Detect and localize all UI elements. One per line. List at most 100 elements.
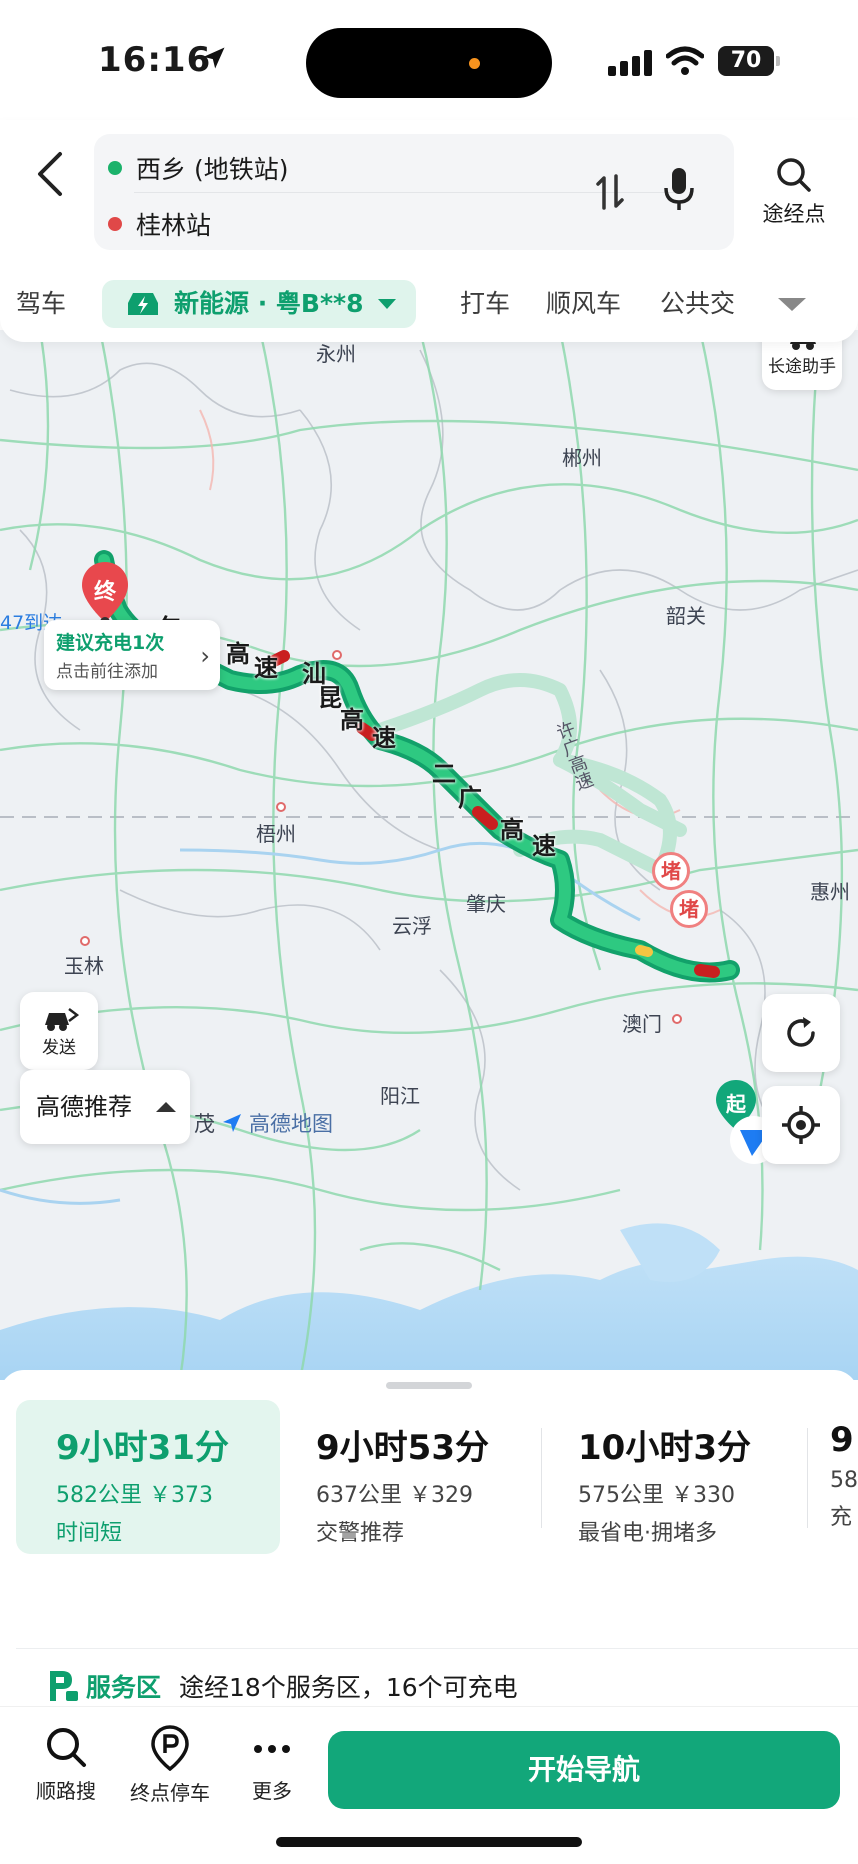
refresh-button[interactable] xyxy=(762,994,840,1072)
city-yangjiang: 阳江 xyxy=(380,1084,420,1108)
road-label: 广 xyxy=(458,784,482,812)
road-label: 高 xyxy=(340,706,364,734)
charge-suggestion[interactable]: 建议充电1次 点击前往添加 › xyxy=(44,620,220,690)
route-meta: 58 xyxy=(830,1468,858,1493)
battery-indicator: 70 xyxy=(718,46,780,76)
waypoint-button[interactable]: 途经点 xyxy=(752,156,836,228)
end-parking-label: 终点停车 xyxy=(130,1781,210,1805)
service-area-title: 服务区 xyxy=(86,1673,162,1702)
route-meta: 637公里 ￥329 xyxy=(316,1483,473,1508)
waypoint-label: 途经点 xyxy=(762,202,826,226)
parking-pin-icon xyxy=(151,1725,189,1771)
route-duration: 9小时53分 xyxy=(316,1428,489,1468)
sheet-divider xyxy=(16,1648,858,1649)
road-label: 高 xyxy=(500,816,524,844)
route-option-2[interactable]: 9小时53分 637公里 ￥329 交警推荐 xyxy=(280,1400,542,1554)
recommend-dropdown[interactable]: 高德推荐 xyxy=(20,1070,190,1144)
route-option-3[interactable]: 10小时3分 575公里 ￥330 最省电·拥堵多 xyxy=(542,1400,808,1554)
city-zhaoqing: 肇庆 xyxy=(466,892,506,916)
cellular-signal-icon xyxy=(608,50,652,76)
route-header: 西乡 (地铁站) 桂林站 途经点 驾车 新能源 · 粤B**8 打车 顺风车 公… xyxy=(0,120,858,342)
service-area-text: 途经18个服务区，16个可充电 xyxy=(179,1673,518,1702)
microphone-icon[interactable] xyxy=(662,166,696,214)
charge-tip-title: 建议充电1次 xyxy=(56,632,165,654)
city-yunfu: 云浮 xyxy=(392,914,432,938)
location-arrow-icon xyxy=(203,47,225,69)
swap-icon[interactable] xyxy=(594,172,626,212)
traffic-jam-badge[interactable]: 堵 xyxy=(652,852,690,890)
logo-prefix: 茂 xyxy=(194,1112,215,1136)
city-marker xyxy=(672,1014,682,1024)
traffic-jam-badge[interactable]: 堵 xyxy=(670,890,708,928)
route-option-4[interactable]: 9 58 充 xyxy=(808,1400,858,1554)
city-chenzhou: 郴州 xyxy=(562,446,602,470)
city-marker xyxy=(276,802,286,812)
start-navigation-button[interactable]: 开始导航 xyxy=(328,1731,840,1809)
tab-taxi[interactable]: 打车 xyxy=(460,280,510,328)
transport-mode-tabs: 驾车 新能源 · 粤B**8 打车 顺风车 公共交 xyxy=(0,272,858,328)
sheet-grabber[interactable] xyxy=(386,1382,472,1389)
city-marker xyxy=(332,650,342,660)
road-label: 昆 xyxy=(318,684,342,712)
city-yongzhou: 永州 xyxy=(316,342,356,366)
end-dot-icon xyxy=(108,217,122,231)
route-option-1[interactable]: 9小时31分 582公里 ￥373 时间短 xyxy=(16,1400,280,1554)
city-shaoguan: 韶关 xyxy=(666,604,706,628)
more-dots-icon xyxy=(254,1745,290,1753)
tab-public-transit[interactable]: 公共交 xyxy=(660,280,735,328)
road-label: 速 xyxy=(372,724,396,752)
road-label: 速 xyxy=(254,654,278,682)
more-modes-icon[interactable] xyxy=(778,298,806,311)
amap-logo-icon xyxy=(223,1114,241,1132)
tab-new-energy[interactable]: 新能源 · 粤B**8 xyxy=(102,280,416,328)
logo-text: 高德地图 xyxy=(249,1112,333,1136)
status-time: 16:16 xyxy=(98,40,212,80)
charge-tip-subtitle: 点击前往添加 xyxy=(56,662,158,682)
tab-drive[interactable]: 驾车 xyxy=(16,280,66,328)
send-to-car-button[interactable]: 发送 xyxy=(20,992,98,1070)
search-along-label: 顺路搜 xyxy=(36,1779,96,1803)
tab-new-energy-label: 新能源 · 粤B**8 xyxy=(174,289,364,318)
parking-charge-icon xyxy=(50,1671,78,1701)
chevron-right-icon: › xyxy=(200,642,210,670)
city-marker xyxy=(80,936,90,946)
route-meta: 582公里 ￥373 xyxy=(56,1483,213,1508)
road-label: 高 xyxy=(226,640,250,668)
bottom-action-bar: 顺路搜 终点停车 更多 开始导航 xyxy=(0,1706,858,1864)
map-base xyxy=(0,330,858,1380)
search-icon xyxy=(777,158,811,192)
locate-me-button[interactable] xyxy=(762,1086,840,1164)
route-options: 9小时31分 582公里 ￥373 时间短 9小时53分 637公里 ￥329 … xyxy=(16,1400,858,1554)
send-label: 发送 xyxy=(42,1037,76,1058)
city-wuzhou: 梧州 xyxy=(256,822,296,846)
search-along-button[interactable]: 顺路搜 xyxy=(16,1725,116,1804)
dynamic-island xyxy=(306,28,552,98)
tab-carpool[interactable]: 顺风车 xyxy=(546,280,621,328)
recommend-label: 高德推荐 xyxy=(36,1093,132,1121)
road-label: 二 xyxy=(432,760,456,788)
route-tag: 时间短 xyxy=(56,1521,123,1546)
route-tag: 充 xyxy=(830,1505,853,1530)
map-view[interactable]: 永州 郴州 韶关 梧州 肇庆 云浮 玉林 阳江 澳门 惠州 包 茂 高 速 汕 … xyxy=(0,330,858,1380)
chevron-up-icon xyxy=(156,1102,176,1112)
amap-logo: 茂 高德地图 xyxy=(194,1108,333,1138)
road-label: 速 xyxy=(532,832,556,860)
more-button[interactable]: 更多 xyxy=(222,1725,322,1804)
city-yulin: 玉林 xyxy=(64,954,104,978)
start-location-field[interactable]: 西乡 (地铁站) xyxy=(108,150,288,186)
start-dot-icon xyxy=(108,161,122,175)
service-area-row[interactable]: 服务区 途经18个服务区，16个可充电 xyxy=(46,1668,518,1704)
route-divider xyxy=(134,192,674,193)
route-duration: 9小时31分 xyxy=(56,1428,229,1468)
end-parking-button[interactable]: 终点停车 xyxy=(120,1725,220,1806)
crosshair-icon xyxy=(782,1106,820,1144)
route-meta: 575公里 ￥330 xyxy=(578,1483,735,1508)
city-huizhou: 惠州 xyxy=(810,880,850,904)
route-tag: 最省电·拥堵多 xyxy=(578,1521,717,1546)
route-duration: 9 xyxy=(830,1420,854,1460)
ev-charging-icon xyxy=(128,293,158,315)
status-bar: 16:16 70 xyxy=(0,0,858,120)
search-icon xyxy=(47,1728,86,1767)
back-icon[interactable] xyxy=(26,144,78,204)
end-location-field[interactable]: 桂林站 xyxy=(108,206,211,242)
